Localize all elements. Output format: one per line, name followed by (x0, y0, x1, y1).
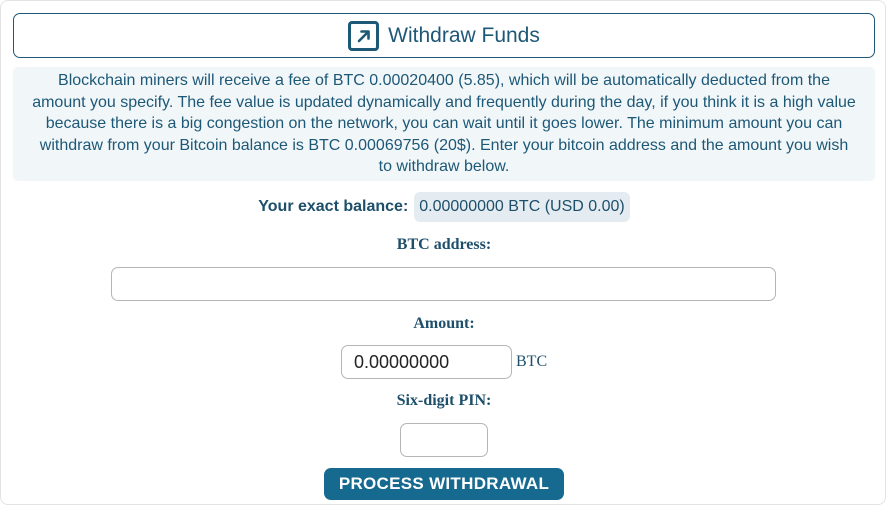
panel-header: Withdraw Funds (13, 13, 875, 58)
process-withdrawal-button[interactable]: PROCESS WITHDRAWAL (324, 468, 564, 500)
balance-row: Your exact balance: 0.00000000 BTC (USD … (1, 191, 886, 223)
amount-input[interactable] (341, 345, 512, 379)
btc-address-input[interactable] (111, 267, 776, 301)
amount-unit: BTC (516, 353, 548, 370)
withdraw-panel: Withdraw Funds Blockchain miners will re… (0, 0, 886, 505)
balance-value: 0.00000000 BTC (USD 0.00) (414, 192, 630, 222)
fee-info-text: Blockchain miners will receive a fee of … (13, 67, 875, 181)
amount-label: Amount: (413, 315, 475, 332)
pin-input[interactable] (400, 423, 488, 457)
external-link-arrow-icon (348, 20, 380, 51)
page-title: Withdraw Funds (388, 23, 540, 47)
pin-label: Six-digit PIN: (396, 392, 492, 409)
balance-label: Your exact balance: (258, 198, 409, 215)
btc-address-label: BTC address: (396, 236, 492, 253)
